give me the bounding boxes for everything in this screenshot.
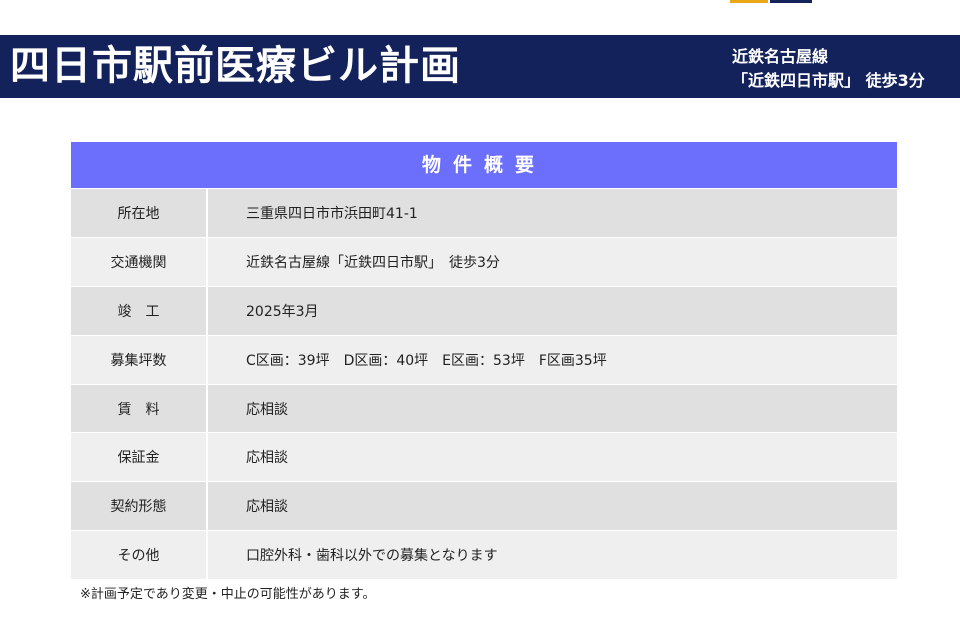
page-title: 四日市駅前医療ビル計画 xyxy=(10,43,461,89)
row-value: 応相談 xyxy=(246,401,288,418)
row-label: 賃 料 xyxy=(71,384,208,433)
access-line-railway: 近鉄名古屋線 xyxy=(732,47,829,66)
table-row: 交通機関 近鉄名古屋線「近鉄四日市駅」 徒歩3分 xyxy=(71,236,897,286)
accent-bar-gold xyxy=(730,0,768,3)
row-value: 2025年3月 xyxy=(246,303,319,320)
table-row: 契約形態 応相談 xyxy=(71,481,897,531)
table-row: 竣 工 2025年3月 xyxy=(71,285,897,335)
row-label: その他 xyxy=(71,531,208,580)
row-label: 契約形態 xyxy=(71,482,208,531)
row-value: C区画：39坪 D区画：40坪 E区画：53坪 F区画35坪 xyxy=(246,352,607,369)
table-heading: 物件概要 xyxy=(71,142,897,188)
row-value: 近鉄名古屋線「近鉄四日市駅」 徒歩3分 xyxy=(246,254,500,271)
table-row: 保証金 応相談 xyxy=(71,432,897,482)
property-overview-table: 物件概要 所在地 三重県四日市市浜田町41-1 交通機関 近鉄名古屋線「近鉄四日… xyxy=(71,142,897,580)
row-label: 交通機関 xyxy=(71,237,208,286)
access-line-station: 「近鉄四日市駅」 徒歩3分 xyxy=(732,71,925,90)
access-info: 近鉄名古屋線 「近鉄四日市駅」 徒歩3分 xyxy=(732,45,925,93)
row-label: 所在地 xyxy=(71,189,208,237)
table-row: 所在地 三重県四日市市浜田町41-1 xyxy=(71,188,897,237)
row-value: 応相談 xyxy=(246,450,288,467)
row-value: 口腔外科・歯科以外での募集となります xyxy=(246,548,498,565)
row-label: 保証金 xyxy=(71,433,208,482)
table-row: 募集坪数 C区画：39坪 D区画：40坪 E区画：53坪 F区画35坪 xyxy=(71,334,897,384)
table-row: その他 口腔外科・歯科以外での募集となります xyxy=(71,530,897,580)
row-value: 応相談 xyxy=(246,499,288,516)
row-value: 三重県四日市市浜田町41-1 xyxy=(246,205,418,222)
table-row: 賃 料 応相談 xyxy=(71,383,897,433)
header-band: 四日市駅前医療ビル計画 近鉄名古屋線 「近鉄四日市駅」 徒歩3分 xyxy=(0,35,960,98)
footnote: ※計画予定であり変更・中止の可能性があります。 xyxy=(80,587,376,602)
row-label: 募集坪数 xyxy=(71,335,208,384)
row-label: 竣 工 xyxy=(71,286,208,335)
accent-bar-navy xyxy=(770,0,812,3)
top-accent-marks xyxy=(730,0,812,3)
